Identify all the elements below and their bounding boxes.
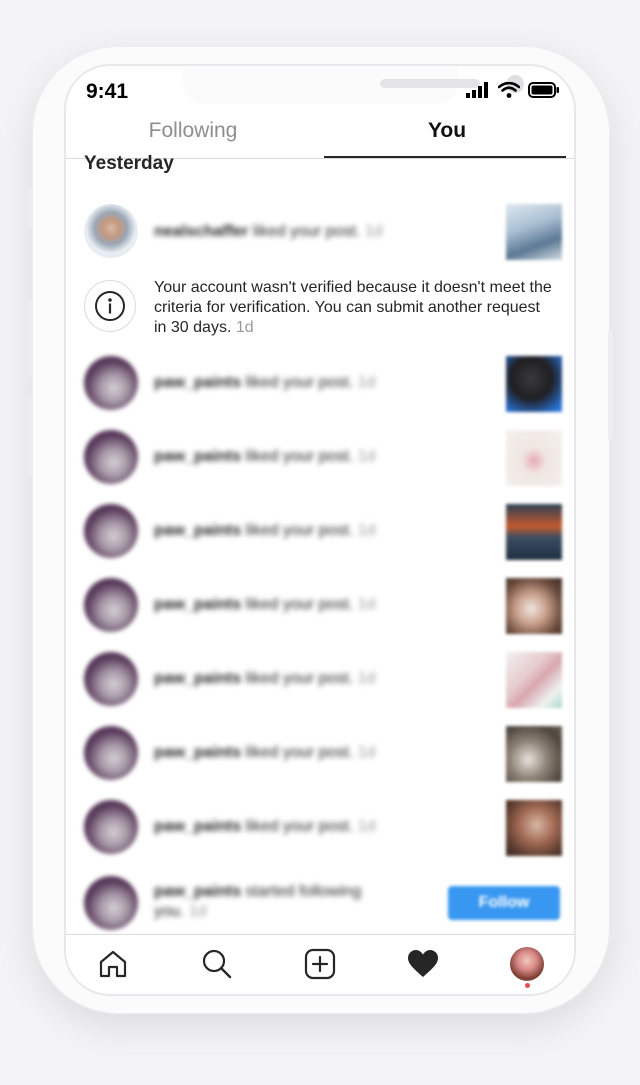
signal-icon — [466, 82, 488, 98]
activity-text: paw_paints liked your post. 1d — [154, 596, 375, 614]
follow-button[interactable]: Follow — [448, 886, 560, 920]
activity-row[interactable]: paw_paints liked your post. 1d — [66, 726, 574, 782]
phone-power-button — [608, 330, 613, 440]
phone-notch — [183, 66, 524, 104]
activity-username[interactable]: paw_paints — [154, 818, 241, 835]
activity-username[interactable]: nealschaffer — [154, 223, 248, 240]
search-icon[interactable] — [200, 947, 234, 981]
phone-volume-down — [27, 398, 32, 476]
add-post-icon[interactable] — [303, 947, 337, 981]
battery-icon — [528, 82, 559, 98]
phone-volume-up — [27, 300, 32, 378]
phone-mute-switch — [27, 188, 32, 228]
home-icon[interactable] — [96, 947, 130, 981]
activity-username[interactable]: paw_paints — [154, 670, 241, 687]
activity-action: liked your post. — [245, 522, 354, 539]
activity-row[interactable]: paw_paints started following you. 1d Fol… — [66, 874, 574, 932]
activity-action: liked your post. — [245, 670, 354, 687]
bottom-nav-bar — [66, 934, 574, 994]
activity-row[interactable]: paw_paints liked your post. 1d — [66, 430, 574, 486]
activity-action: liked your post. — [245, 374, 354, 391]
verification-notice-text: Your account wasn't verified because it … — [154, 278, 554, 338]
activity-row[interactable]: paw_paints liked your post. 1d — [66, 652, 574, 708]
tab-you[interactable]: You — [320, 114, 574, 148]
activity-action: liked your post. — [245, 818, 354, 835]
active-tab-indicator — [324, 156, 566, 158]
section-heading: Yesterday — [84, 153, 174, 174]
activity-text: paw_paints liked your post. 1d — [154, 744, 375, 762]
user-avatar[interactable] — [84, 800, 138, 854]
activity-heart-icon[interactable] — [406, 947, 440, 981]
activity-username[interactable]: paw_paints — [154, 883, 241, 900]
activity-time: 1d — [364, 223, 383, 240]
tab-following[interactable]: Following — [66, 114, 320, 148]
activity-row[interactable]: paw_paints liked your post. 1d — [66, 356, 574, 412]
activity-action: liked your post. — [245, 596, 354, 613]
user-avatar[interactable] — [84, 430, 138, 484]
activity-time: 1d — [357, 744, 376, 761]
post-thumbnail[interactable] — [506, 204, 562, 260]
activity-text: paw_paints liked your post. 1d — [154, 522, 375, 540]
activity-text: paw_paints liked your post. 1d — [154, 448, 375, 466]
user-avatar[interactable] — [84, 726, 138, 780]
notice-message: Your account wasn't verified because it … — [154, 279, 552, 336]
activity-row[interactable]: paw_paints liked your post. 1d — [66, 504, 574, 560]
speaker-grille — [380, 79, 480, 88]
activity-action-continued: you. — [154, 903, 185, 920]
notice-time: 1d — [235, 319, 254, 336]
activity-username[interactable]: paw_paints — [154, 596, 241, 613]
user-avatar[interactable] — [84, 204, 138, 258]
post-thumbnail[interactable] — [506, 652, 562, 708]
post-thumbnail[interactable] — [506, 800, 562, 856]
activity-action: liked your post. — [252, 223, 361, 240]
activity-time: 1d — [357, 818, 376, 835]
info-icon — [84, 280, 136, 332]
activity-action: liked your post. — [245, 448, 354, 465]
user-avatar[interactable] — [84, 504, 138, 558]
user-avatar[interactable] — [84, 876, 138, 930]
activity-row[interactable]: paw_paints liked your post. 1d — [66, 800, 574, 856]
profile-avatar[interactable] — [510, 947, 544, 981]
activity-text: paw_paints liked your post. 1d — [154, 818, 375, 836]
verification-notice-row: Your account wasn't verified because it … — [66, 276, 574, 342]
status-icons — [466, 82, 560, 98]
activity-action: started following — [245, 883, 362, 900]
activity-username[interactable]: paw_paints — [154, 374, 241, 391]
user-avatar[interactable] — [84, 652, 138, 706]
activity-username[interactable]: paw_paints — [154, 522, 241, 539]
activity-time: 1d — [188, 903, 207, 920]
activity-row[interactable]: nealschaffer liked your post. 1d — [66, 204, 574, 264]
post-thumbnail[interactable] — [506, 356, 562, 412]
post-thumbnail[interactable] — [506, 504, 562, 560]
activity-time: 1d — [357, 670, 376, 687]
activity-text: paw_paints started following you. 1d — [154, 882, 361, 922]
activity-action: liked your post. — [245, 744, 354, 761]
activity-text: paw_paints liked your post. 1d — [154, 670, 375, 688]
notification-dot — [525, 983, 530, 988]
activity-row[interactable]: paw_paints liked your post. 1d — [66, 578, 574, 634]
activity-time: 1d — [357, 522, 376, 539]
app-screen: 9:41 Following You Yesterday nealschaffe… — [66, 66, 574, 994]
activity-text: nealschaffer liked your post. 1d — [154, 223, 383, 241]
activity-time: 1d — [357, 374, 376, 391]
activity-time: 1d — [357, 596, 376, 613]
wifi-icon — [498, 82, 520, 98]
post-thumbnail[interactable] — [506, 430, 562, 486]
activity-text: paw_paints liked your post. 1d — [154, 374, 375, 392]
post-thumbnail[interactable] — [506, 578, 562, 634]
status-time: 9:41 — [86, 80, 129, 103]
user-avatar[interactable] — [84, 356, 138, 410]
user-avatar[interactable] — [84, 578, 138, 632]
activity-time: 1d — [357, 448, 376, 465]
activity-username[interactable]: paw_paints — [154, 744, 241, 761]
activity-username[interactable]: paw_paints — [154, 448, 241, 465]
post-thumbnail[interactable] — [506, 726, 562, 782]
